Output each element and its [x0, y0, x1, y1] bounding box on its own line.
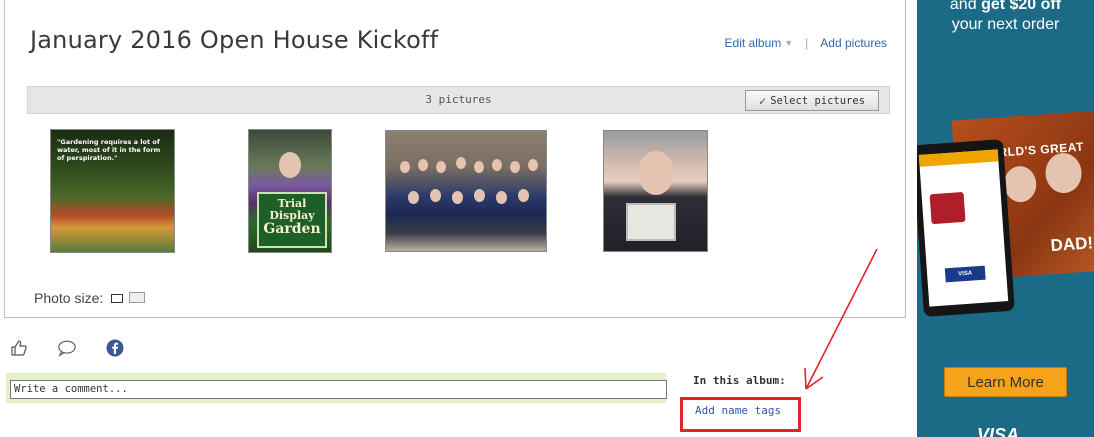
visa-card-image: VISA [944, 265, 986, 283]
photo-thumbnail-group[interactable] [385, 130, 547, 252]
person-face [528, 159, 538, 171]
child-face [1002, 165, 1038, 204]
certificate-frame [626, 203, 676, 241]
chevron-down-icon[interactable]: ▼ [784, 38, 793, 48]
speech-bubble-icon [58, 340, 76, 357]
person-face [496, 191, 507, 204]
add-name-tags-link[interactable]: Add name tags [695, 404, 781, 417]
person-face [638, 151, 674, 195]
thumbs-up-icon [11, 340, 27, 356]
person-face [474, 189, 485, 202]
ad-card-dad: DAD! [1049, 233, 1094, 256]
in-this-album-label: In this album: [693, 374, 786, 387]
checkmark-icon: ✓ [758, 93, 767, 108]
like-icon[interactable] [9, 338, 29, 358]
photo-thumbnail-trial-garden[interactable]: Trial Display Garden [248, 129, 332, 253]
person-face [279, 152, 301, 178]
action-separator: | [805, 36, 809, 50]
tablet-header-band [918, 149, 999, 167]
social-actions [9, 338, 125, 358]
person-face [400, 161, 410, 173]
select-pictures-button[interactable]: ✓ Select pictures [745, 90, 879, 111]
comment-bar [6, 373, 667, 403]
tablet-screen: VISA [918, 149, 1009, 307]
person-face [408, 191, 419, 204]
album-panel: January 2016 Open House Kickoff Edit alb… [4, 0, 906, 318]
ad-headline-prefix: and [949, 0, 977, 13]
comment-input[interactable] [10, 379, 667, 399]
facebook-icon[interactable] [105, 338, 125, 358]
arrow-head-right [805, 376, 824, 390]
add-pictures-link[interactable]: Add pictures [820, 36, 887, 50]
photo-thumbnail-certificate[interactable] [603, 130, 708, 252]
visa-logo: VISA [977, 425, 1020, 437]
person-face [518, 189, 529, 202]
learn-more-button[interactable]: Learn More [944, 367, 1067, 397]
photo-size-options [111, 290, 146, 306]
ad-headline-line-2: your next order [951, 16, 1060, 33]
arrow-head-left [804, 367, 807, 390]
large-size-icon[interactable] [129, 292, 146, 303]
ad-headline: and get $20 off your next order [917, 0, 1094, 35]
mug-image [929, 191, 966, 225]
ad-tablet-image: VISA [917, 139, 1015, 317]
photo-thumbnail-garden-quote[interactable]: "Gardening requires a lot of water, most… [50, 129, 175, 253]
edit-album-link[interactable]: Edit album [725, 36, 782, 50]
person-face [474, 161, 484, 173]
person-face [456, 157, 466, 169]
select-pictures-label: Select pictures [770, 94, 866, 107]
photo-size-label: Photo size: [34, 290, 104, 306]
highlight-box: Add name tags [680, 397, 801, 432]
comment-icon[interactable] [57, 338, 77, 358]
album-actions: Edit album ▼ | Add pictures [725, 36, 887, 50]
person-face [436, 161, 446, 173]
trial-garden-sign: Trial Display Garden [257, 192, 327, 248]
person-face [418, 159, 428, 171]
pictures-toolbar: 3 pictures ✓ Select pictures [27, 86, 890, 114]
person-face [510, 161, 520, 173]
ad-headline-line-1: and get $20 off [917, 0, 1094, 15]
advertisement[interactable]: and get $20 off your next order WORLD'S … [917, 0, 1094, 437]
ad-headline-offer: get $20 off [981, 0, 1062, 13]
album-title: January 2016 Open House Kickoff [30, 26, 439, 54]
thumbnail-quote-text: "Gardening requires a lot of water, most… [57, 138, 161, 163]
person-face [492, 159, 502, 171]
adult-face [1044, 151, 1083, 195]
sign-line-3: Garden [263, 221, 321, 238]
facebook-logo-icon [106, 339, 124, 357]
small-size-icon[interactable] [111, 294, 124, 303]
person-face [452, 191, 463, 204]
photo-size-control: Photo size: [34, 290, 146, 306]
person-face [430, 189, 441, 202]
